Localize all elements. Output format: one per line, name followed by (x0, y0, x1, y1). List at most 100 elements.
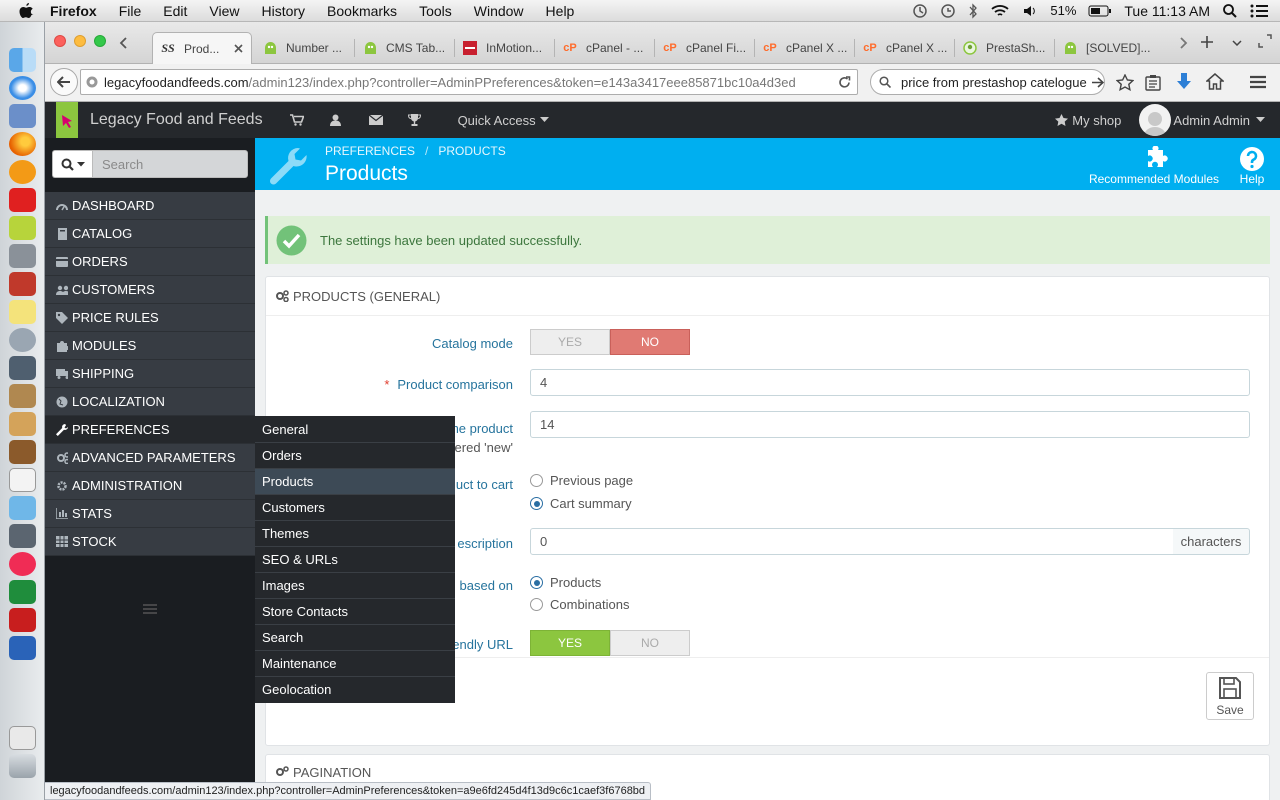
customer-icon[interactable] (329, 114, 341, 126)
tab-2[interactable]: Number ... (255, 32, 352, 64)
sidebar-item-preferences[interactable]: PREFERENCES (45, 416, 255, 444)
downloads-icon[interactable] (1176, 73, 1192, 91)
submenu-item-maintenance[interactable]: Maintenance (255, 650, 455, 676)
catalog-mode-no[interactable]: NO (610, 329, 690, 355)
finder-icon[interactable] (9, 48, 36, 72)
tab-close-icon[interactable] (234, 44, 243, 53)
radio-button-selected[interactable] (530, 497, 543, 510)
submenu-item-images[interactable]: Images (255, 572, 455, 598)
sidebar-item-localization[interactable]: LOCALIZATION (45, 388, 255, 416)
tab-10[interactable]: [SOLVED]... (1055, 32, 1152, 64)
menu-bookmarks[interactable]: Bookmarks (327, 3, 397, 19)
tab-1[interactable]: SS Prod... (152, 32, 252, 64)
shop-name[interactable]: Legacy Food and Feeds (90, 111, 263, 129)
collapse-menu-icon[interactable] (143, 604, 157, 614)
menu-tools[interactable]: Tools (419, 3, 452, 19)
menu-edit[interactable]: Edit (163, 3, 187, 19)
breadcrumb-products[interactable]: PRODUCTS (438, 144, 505, 158)
reload-icon[interactable] (835, 76, 851, 89)
friendly-url-no[interactable]: NO (610, 630, 690, 656)
close-window-button[interactable] (54, 35, 66, 47)
my-shop-link[interactable]: My shop (1055, 113, 1121, 128)
time-machine-icon[interactable] (912, 3, 928, 19)
tab-6[interactable]: cP cPanel Fi... (655, 32, 752, 64)
menu-help[interactable]: Help (546, 3, 575, 19)
history-clock-icon[interactable] (940, 3, 956, 19)
apple-icon[interactable] (18, 2, 36, 20)
minimize-window-button[interactable] (74, 35, 86, 47)
trash-icon[interactable] (9, 754, 36, 778)
submenu-item-search[interactable]: Search (255, 624, 455, 650)
search-type-dropdown[interactable] (52, 150, 92, 178)
prestashop-logo-icon[interactable] (56, 102, 78, 138)
pa-app-icon[interactable] (9, 216, 36, 240)
web-search-bar[interactable]: price from prestashop catelogue (870, 69, 1105, 95)
launchpad-icon[interactable] (9, 328, 36, 352)
notification-center-icon[interactable] (1250, 4, 1268, 18)
new-days-input[interactable]: 14 (530, 411, 1250, 438)
menu-window[interactable]: Window (474, 3, 524, 19)
menu-view[interactable]: View (209, 3, 239, 19)
messages-icon[interactable] (368, 115, 383, 125)
redirect-previous-page-radio[interactable]: Previous page (530, 473, 633, 488)
clock[interactable]: Tue 11:13 AM (1124, 3, 1210, 19)
employee-dropdown[interactable]: Admin Admin (1139, 104, 1265, 136)
xcode-icon[interactable] (9, 104, 36, 128)
photo-booth-icon[interactable] (9, 272, 36, 296)
home-icon[interactable] (1206, 73, 1224, 90)
tab-8[interactable]: cP cPanel X ... (855, 32, 952, 64)
sidebar-item-shipping[interactable]: SHIPPING (45, 360, 255, 388)
submenu-item-general[interactable]: General (255, 416, 455, 442)
save-button[interactable]: Save (1206, 672, 1254, 720)
submenu-item-store-contacts[interactable]: Store Contacts (255, 598, 455, 624)
based-on-products-radio[interactable]: Products (530, 575, 601, 590)
submenu-item-products[interactable]: Products (255, 468, 455, 494)
submenu-item-geolocation[interactable]: Geolocation (255, 676, 455, 702)
sidebar-item-customers[interactable]: CUSTOMERS (45, 276, 255, 304)
sidebar-item-dashboard[interactable]: DASHBOARD (45, 192, 255, 220)
battery-icon[interactable] (1088, 5, 1112, 17)
wifi-icon[interactable] (990, 3, 1010, 19)
tabs-scroll-right-icon[interactable] (1180, 37, 1188, 49)
bookmark-star-icon[interactable] (1116, 74, 1134, 91)
help-button[interactable]: Help (1235, 142, 1269, 186)
preview-icon[interactable] (9, 496, 36, 520)
new-tab-icon[interactable] (1201, 36, 1213, 48)
tab-7[interactable]: cP cPanel X ... (755, 32, 852, 64)
trophy-icon[interactable] (407, 114, 421, 126)
sidebar-item-stats[interactable]: STATS (45, 500, 255, 528)
app-menu[interactable]: Firefox (50, 3, 97, 19)
tab-5[interactable]: cP cPanel - ... (555, 32, 652, 64)
sidebar-item-catalog[interactable]: CATALOG (45, 220, 255, 248)
bluetooth-icon[interactable] (968, 2, 978, 19)
system-preferences-icon[interactable] (9, 244, 36, 268)
ibooks-icon[interactable] (9, 160, 36, 184)
photo-app-icon[interactable] (9, 608, 36, 632)
submenu-item-seo-urls[interactable]: SEO & URLs (255, 546, 455, 572)
facetime-icon[interactable] (9, 524, 36, 548)
radio-button[interactable] (530, 474, 543, 487)
based-on-combinations-radio[interactable]: Combinations (530, 597, 630, 612)
stickies-icon[interactable] (9, 300, 36, 324)
back-button[interactable] (50, 68, 78, 96)
product-comparison-input[interactable]: 4 (530, 369, 1250, 396)
textedit-icon[interactable] (9, 468, 36, 492)
url-bar[interactable]: legacyfoodandfeeds.com/admin123/index.ph… (80, 69, 858, 95)
zoom-window-button[interactable] (94, 35, 106, 47)
word-icon[interactable] (9, 636, 36, 660)
catalog-mode-yes[interactable]: YES (530, 329, 610, 355)
pdf-reader-icon[interactable] (9, 188, 36, 212)
automator-icon[interactable] (9, 384, 36, 408)
sidebar-item-stock[interactable]: STOCK (45, 528, 255, 556)
friendly-url-toggle[interactable]: YES NO (530, 630, 690, 656)
contacts-icon[interactable] (9, 412, 36, 436)
site-identity-icon[interactable] (86, 76, 98, 88)
sidebar-item-advanced-parameters[interactable]: ADVANCED PARAMETERS (45, 444, 255, 472)
breadcrumb-preferences[interactable]: PREFERENCES (325, 144, 415, 158)
tab-4[interactable]: InMotion... (455, 32, 552, 64)
excel-icon[interactable] (9, 580, 36, 604)
garageband-icon[interactable] (9, 440, 36, 464)
tab-3[interactable]: CMS Tab... (355, 32, 452, 64)
sidebar-item-administration[interactable]: ADMINISTRATION (45, 472, 255, 500)
catalog-mode-toggle[interactable]: YES NO (530, 329, 690, 355)
